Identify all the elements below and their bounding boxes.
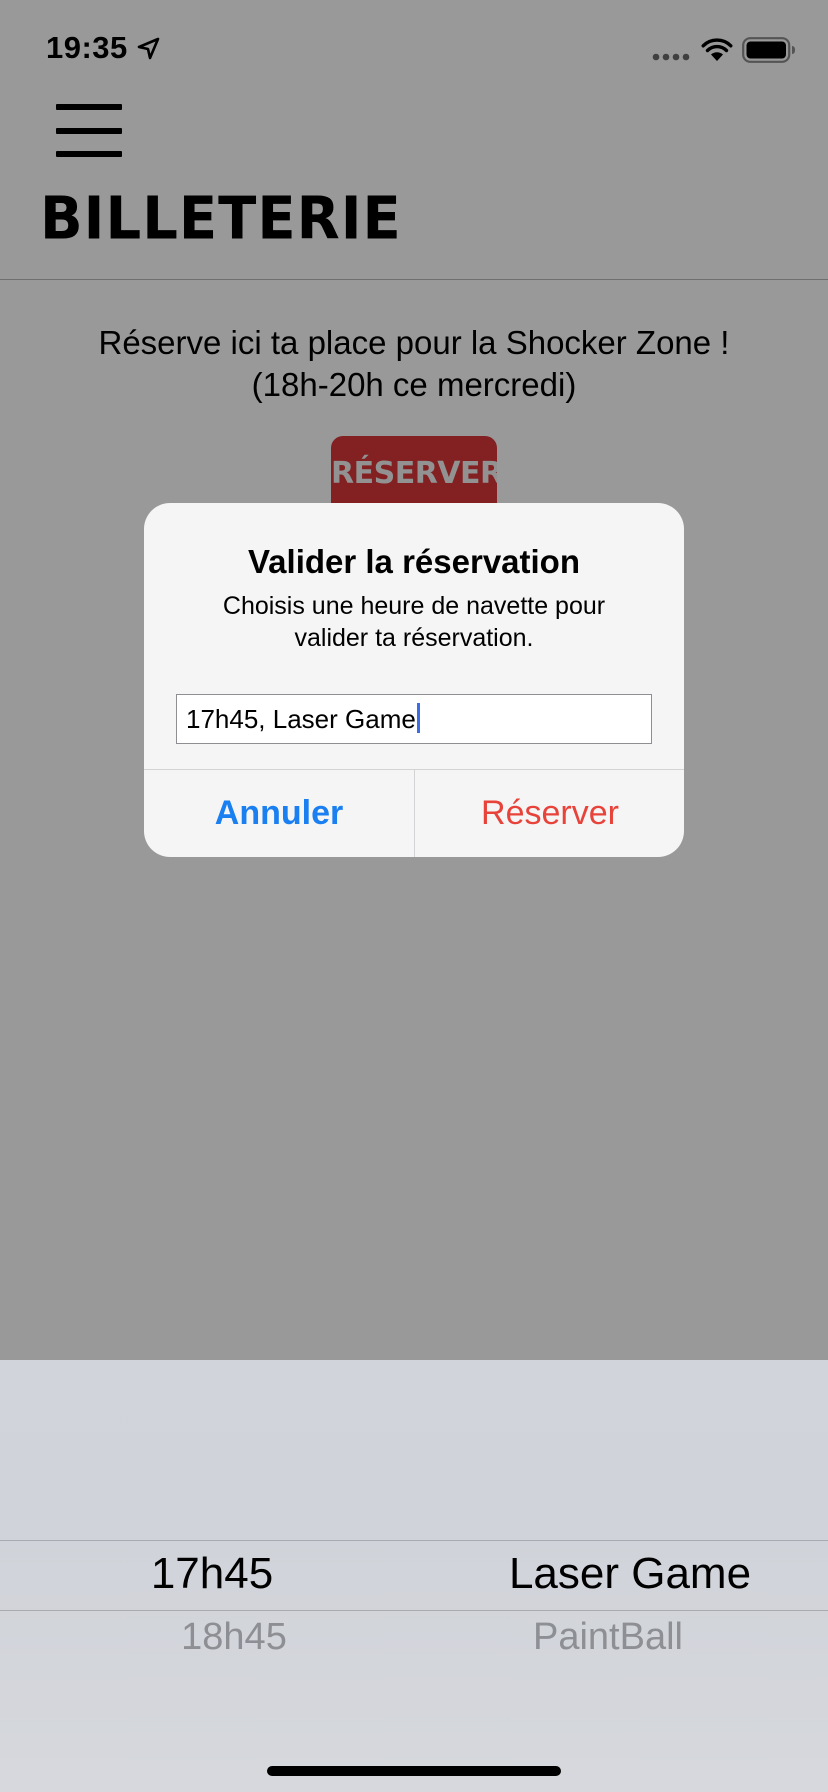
alert-message: Choisis une heure de navette pour valide… bbox=[184, 590, 644, 654]
shuttle-choice-value: 17h45, Laser Game bbox=[186, 704, 416, 734]
reservation-alert: Valider la réservation Choisis une heure… bbox=[144, 503, 684, 857]
shuttle-picker[interactable]: 17h45 18h45 Laser Game PaintBall bbox=[0, 1360, 828, 1792]
alert-message-line-1: Choisis une heure de navette pour bbox=[222, 592, 606, 620]
confirm-reserve-button[interactable]: Réserver bbox=[415, 770, 684, 857]
picker-activity-option[interactable]: PaintBall bbox=[401, 1616, 815, 1659]
text-caret bbox=[416, 703, 420, 733]
picker-selection-line-top bbox=[0, 1540, 828, 1541]
picker-time-selected[interactable]: 17h45 bbox=[5, 1549, 419, 1599]
picker-selection-line-bottom bbox=[0, 1610, 828, 1611]
alert-message-line-2: valider ta réservation. bbox=[294, 624, 534, 652]
picker-time-option[interactable]: 18h45 bbox=[27, 1616, 441, 1659]
alert-title: Valider la réservation bbox=[247, 543, 580, 580]
cancel-button[interactable]: Annuler bbox=[144, 770, 414, 857]
picker-activity-selected[interactable]: Laser Game bbox=[423, 1549, 828, 1599]
home-indicator[interactable] bbox=[267, 1766, 561, 1776]
screen: 19:35 BILLETERIE Réserve ici ta place po… bbox=[0, 0, 828, 1792]
shuttle-choice-input[interactable]: 17h45, Laser Game bbox=[176, 694, 652, 744]
